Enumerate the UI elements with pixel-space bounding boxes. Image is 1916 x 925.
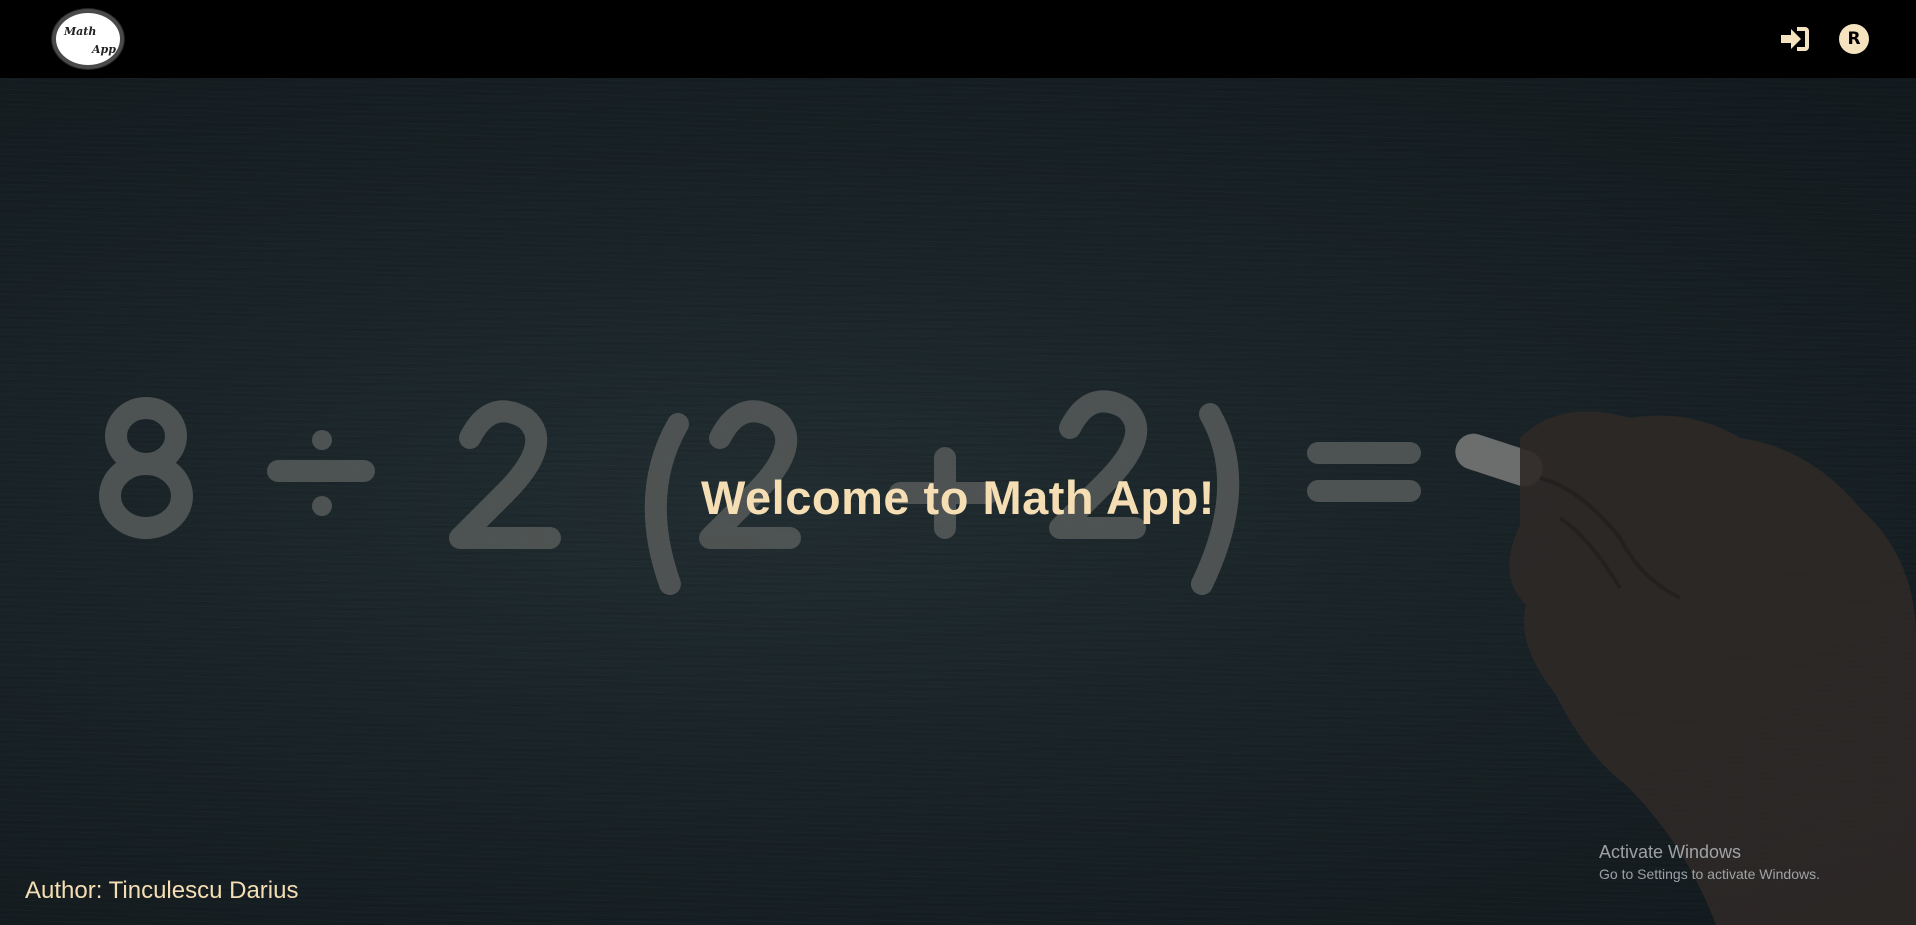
register-icon: R bbox=[1839, 24, 1869, 54]
navbar: Math App R bbox=[0, 0, 1916, 78]
watermark-subtitle: Go to Settings to activate Windows. bbox=[1599, 866, 1820, 882]
watermark-title: Activate Windows bbox=[1599, 842, 1742, 862]
app-logo[interactable]: Math App bbox=[52, 9, 124, 69]
logo-text-line1: Math bbox=[64, 25, 97, 38]
logo-text-line2: App bbox=[92, 43, 116, 56]
login-button[interactable] bbox=[1778, 22, 1812, 56]
welcome-title: Welcome to Math App! bbox=[701, 471, 1215, 524]
author-credit: Author: Tinculescu Darius bbox=[25, 877, 299, 904]
sign-in-icon bbox=[1781, 27, 1809, 51]
register-button[interactable]: R bbox=[1837, 22, 1871, 56]
activate-windows-watermark: Activate Windows Go to Settings to activ… bbox=[1599, 842, 1820, 882]
